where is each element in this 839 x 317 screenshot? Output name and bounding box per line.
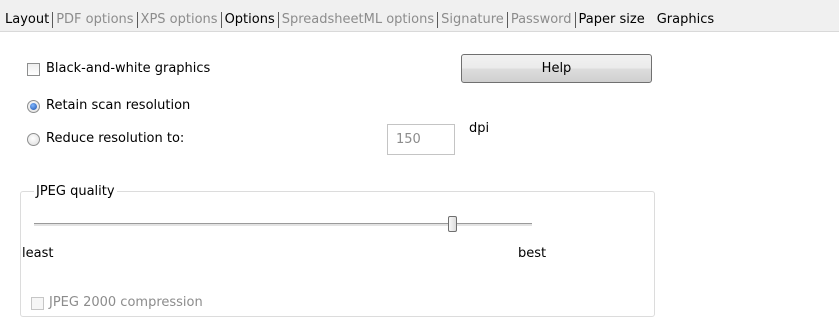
reduce-resolution-radio[interactable] (27, 133, 40, 146)
resolution-unit-label: dpi (469, 121, 490, 136)
tab-separator (506, 12, 508, 28)
tab-separator (136, 12, 138, 28)
help-button[interactable]: Help (461, 54, 652, 83)
black-white-graphics-checkbox[interactable] (27, 63, 40, 76)
tab-layout[interactable]: Layout (5, 12, 49, 28)
reduce-resolution-label[interactable]: Reduce resolution to: (46, 131, 184, 147)
tab-spreadsheetml-options: SpreadsheetML options (281, 12, 435, 27)
jpeg2000-compression-label: JPEG 2000 compression (49, 295, 203, 310)
tab-xps-options: XPS options (140, 12, 218, 27)
jpeg2000-compression-checkbox[interactable] (31, 297, 44, 310)
slider-min-label: least (22, 246, 54, 261)
tab-paper-size[interactable]: Paper size (579, 12, 645, 28)
tab-separator (52, 12, 54, 28)
tab-strip: Layout PDF options XPS options Options S… (0, 0, 839, 32)
tab-password: Password (510, 12, 572, 27)
graphics-page: Black-and-white graphics Help Retain sca… (0, 32, 839, 317)
jpeg-quality-slider-track[interactable] (34, 223, 532, 227)
tab-graphics[interactable]: Graphics (657, 12, 714, 28)
black-white-graphics-label[interactable]: Black-and-white graphics (46, 61, 210, 77)
radio-selected-dot (30, 103, 37, 110)
retain-resolution-radio[interactable] (27, 100, 40, 113)
tab-separator (574, 12, 576, 28)
tab-separator (277, 12, 279, 28)
jpeg-quality-slider-thumb[interactable] (447, 216, 457, 232)
tab-separator (220, 12, 222, 28)
resolution-input[interactable]: 150 (387, 124, 455, 155)
tab-pdf-options: PDF options (56, 12, 134, 27)
jpeg-quality-group-title: JPEG quality (34, 184, 117, 200)
tab-list: Layout PDF options XPS options Options S… (5, 12, 714, 28)
tab-separator (437, 12, 439, 28)
tab-signature: Signature (441, 12, 504, 27)
slider-max-label: best (518, 246, 547, 261)
tab-options[interactable]: Options (225, 12, 275, 28)
retain-resolution-label[interactable]: Retain scan resolution (46, 98, 190, 114)
